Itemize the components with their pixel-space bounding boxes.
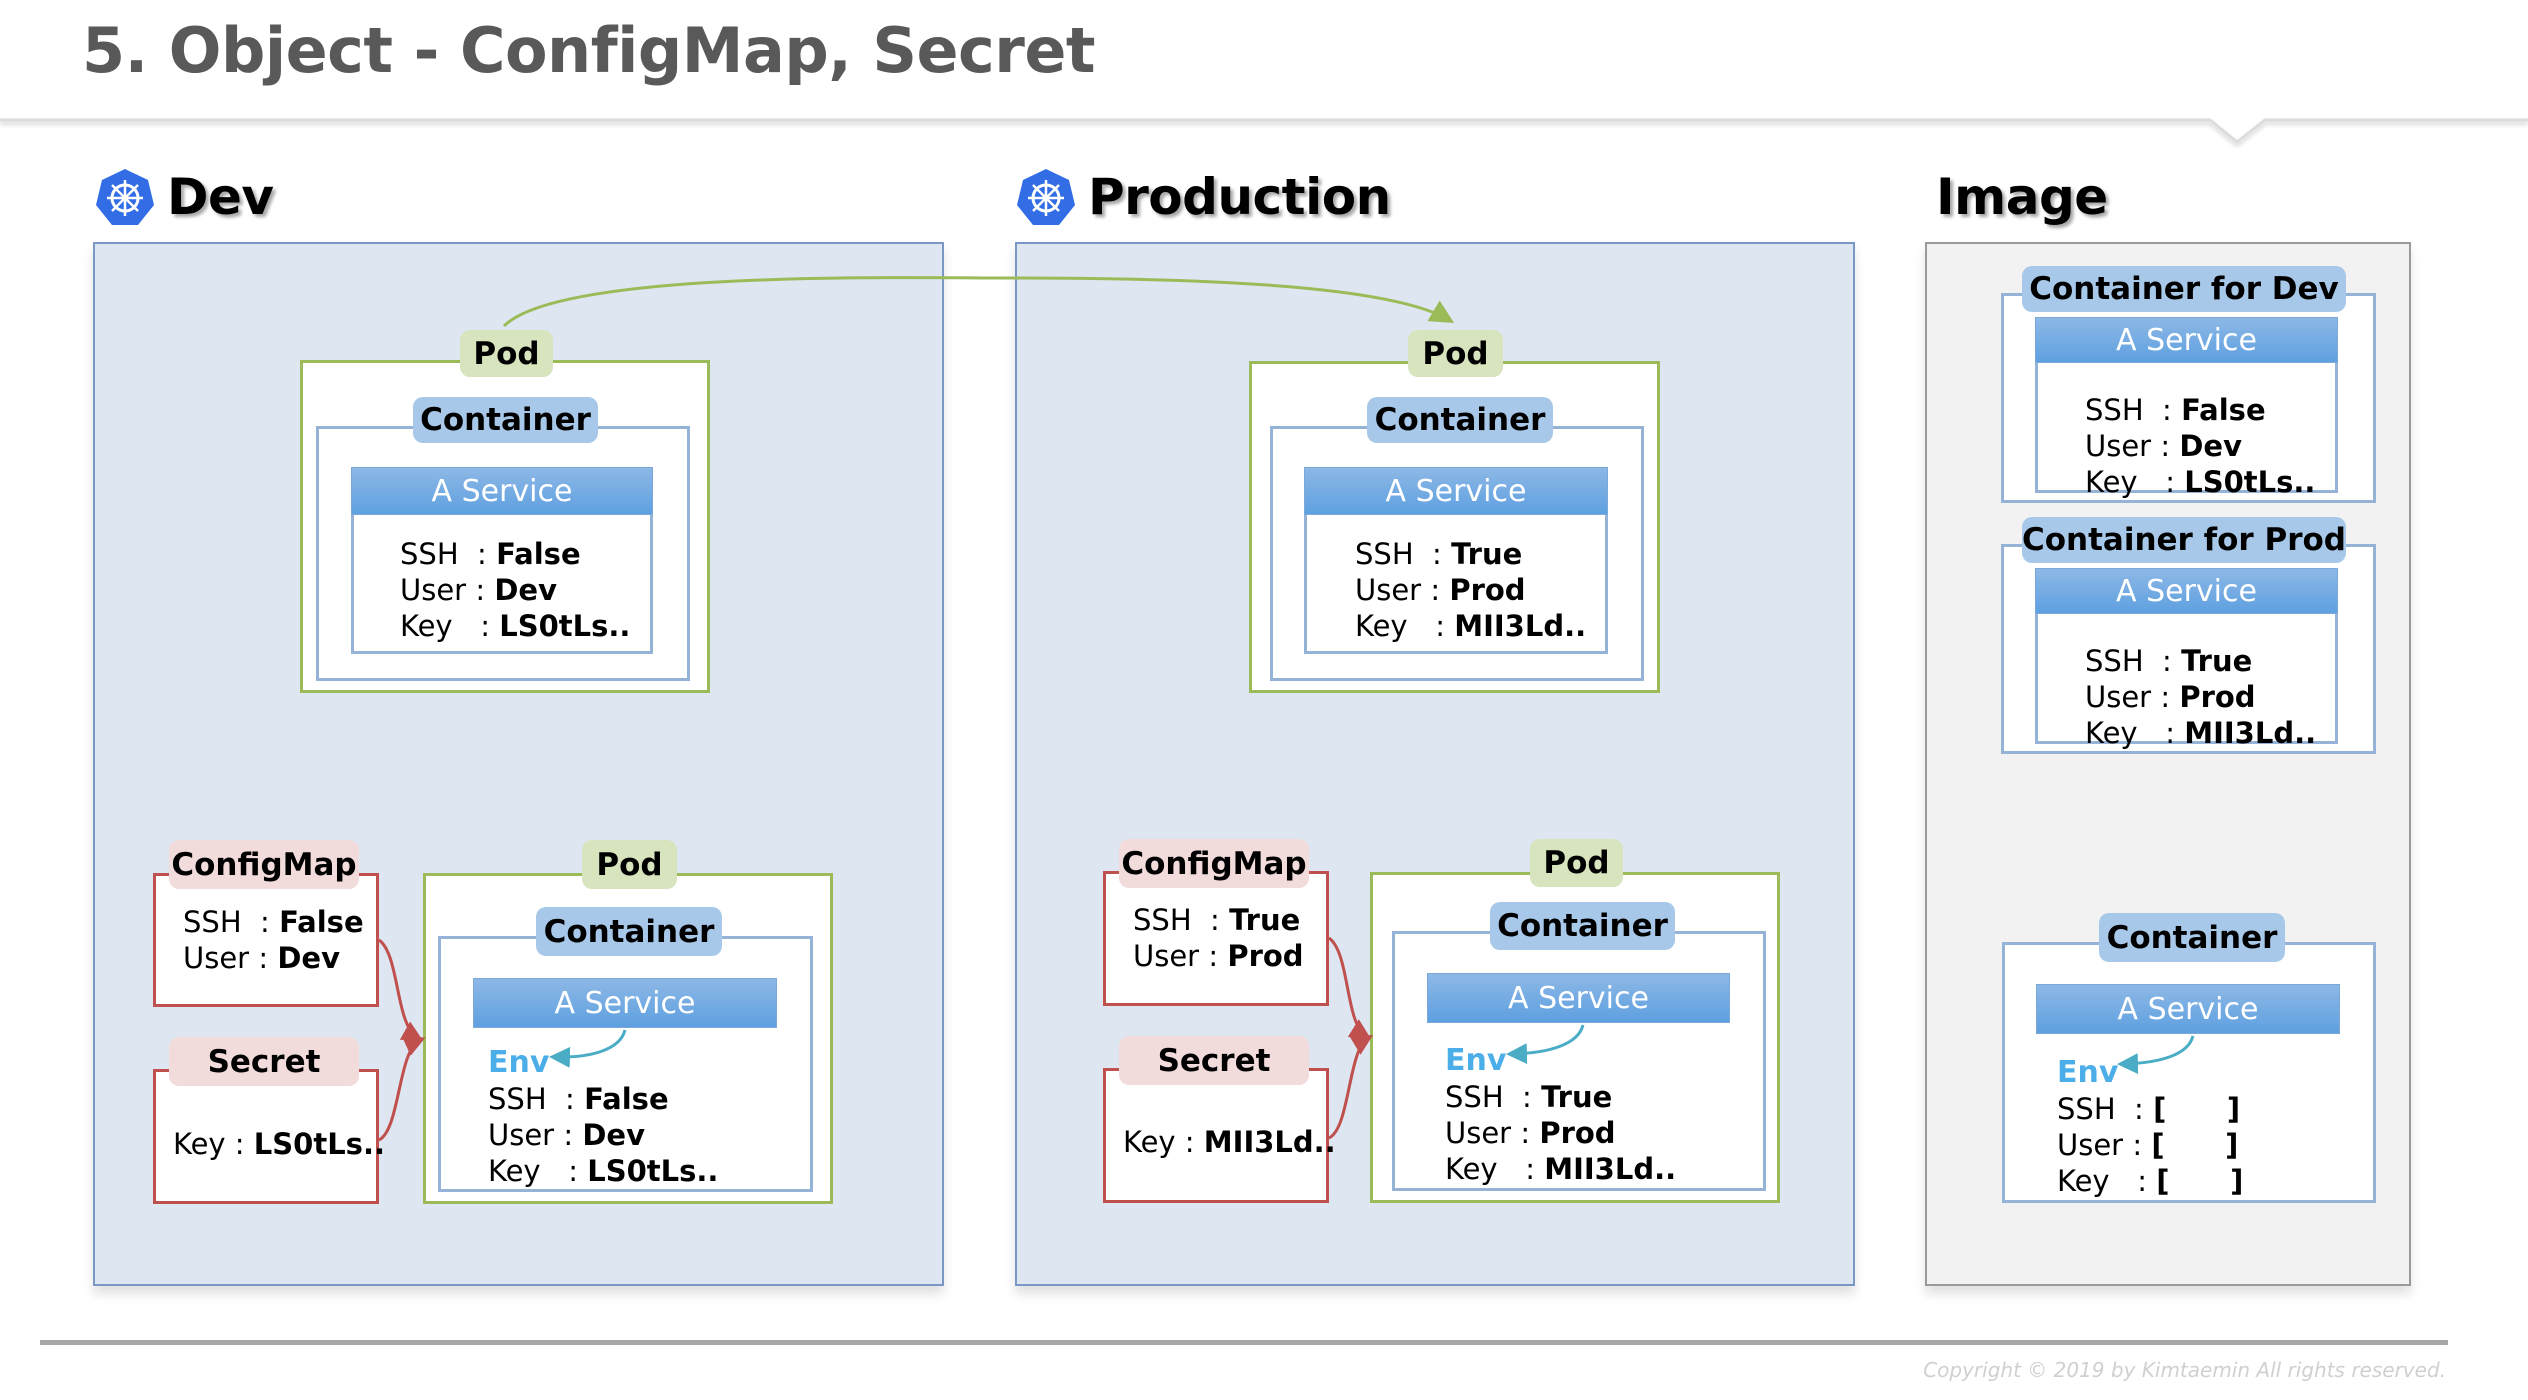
field-user: User : Dev (488, 1118, 645, 1152)
image-dev-fields: SSH : False User : Dev Key : LS0tLs.. (2085, 392, 2315, 500)
page-title: 5. Object - ConfigMap, Secret (82, 14, 1096, 87)
header-divider (0, 118, 2528, 144)
field-key: Key : LS0tLs.. (400, 609, 631, 643)
production-heading: Production (1016, 168, 1391, 226)
dev-secret-fields: Key : LS0tLs.. (173, 1126, 385, 1162)
production-env-label: Env (1445, 1043, 1507, 1078)
field-user: User : Dev (2085, 429, 2242, 463)
field-ssh: SSH : False (400, 537, 581, 571)
production-top-pod-label: Pod (1408, 330, 1503, 377)
copyright-text: Copyright © 2019 by Kimtaemin All rights… (1923, 1358, 2446, 1382)
field-user: User : Dev (400, 573, 557, 607)
field-key: Key : MII3Ld.. (2085, 716, 2317, 750)
field-ssh: SSH : False (183, 905, 364, 939)
production-top-service-header: A Service (1304, 467, 1608, 515)
dev-heading: Dev (95, 168, 274, 226)
dev-heading-text: Dev (167, 168, 274, 226)
dev-configmap-label: ConfigMap (169, 840, 359, 889)
field-key: Key : [ ] (2057, 1164, 2244, 1198)
image-prod-fields: SSH : True User : Prod Key : MII3Ld.. (2085, 643, 2316, 751)
dev-top-container-label: Container (413, 397, 598, 443)
dev-top-fields: SSH : False User : Dev Key : LS0tLs.. (400, 536, 630, 644)
dev-bottom-container-label: Container (536, 907, 722, 956)
field-key: Key : MII3Ld.. (1355, 609, 1587, 643)
image-generic-service-header: A Service (2036, 984, 2340, 1034)
image-prod-service-header: A Service (2035, 568, 2338, 614)
field-key: Key : LS0tLs.. (173, 1127, 385, 1161)
kubernetes-icon (1017, 169, 1075, 225)
field-user: User : Prod (1133, 939, 1304, 973)
field-user: User : [ ] (2057, 1128, 2239, 1162)
image-heading-text: Image (1936, 168, 2108, 226)
production-bottom-fields: SSH : True User : Prod Key : MII3Ld.. (1445, 1079, 1676, 1187)
field-user: User : Prod (1355, 573, 1526, 607)
field-ssh: SSH : True (1355, 537, 1523, 571)
image-container-dev-label: Container for Dev (2022, 266, 2346, 312)
dev-env-label: Env (488, 1045, 550, 1080)
dev-secret-label: Secret (169, 1037, 359, 1086)
field-key: Key : LS0tLs.. (2085, 465, 2316, 499)
dev-configmap-fields: SSH : False User : Dev (183, 904, 364, 976)
image-container-prod-label: Container for Prod (2022, 517, 2346, 563)
field-ssh: SSH : False (488, 1082, 669, 1116)
production-top-fields: SSH : True User : Prod Key : MII3Ld.. (1355, 536, 1586, 644)
dev-top-pod-label: Pod (460, 330, 553, 377)
dev-bottom-service-header: A Service (473, 978, 777, 1028)
field-key: Key : LS0tLs.. (488, 1154, 719, 1188)
field-ssh: SSH : True (2085, 644, 2253, 678)
dev-bottom-fields: SSH : False User : Dev Key : LS0tLs.. (488, 1081, 718, 1189)
production-configmap-label: ConfigMap (1119, 839, 1309, 888)
production-bottom-pod-label: Pod (1530, 839, 1623, 887)
production-top-container-label: Container (1367, 397, 1553, 443)
field-ssh: SSH : [ ] (2057, 1092, 2241, 1126)
image-dev-service-header: A Service (2035, 317, 2338, 363)
field-user: User : Dev (183, 941, 340, 975)
production-bottom-container-label: Container (1490, 902, 1675, 950)
image-heading: Image (1936, 168, 2108, 226)
dev-top-service-header: A Service (351, 467, 653, 515)
footer-divider (40, 1340, 2448, 1345)
image-container-generic-label: Container (2099, 913, 2285, 962)
field-ssh: SSH : False (2085, 393, 2266, 427)
field-user: User : Prod (1445, 1116, 1616, 1150)
field-ssh: SSH : True (1445, 1080, 1613, 1114)
dev-bottom-pod-label: Pod (582, 840, 677, 889)
production-bottom-service-header: A Service (1427, 973, 1730, 1023)
kubernetes-icon (96, 169, 154, 225)
field-key: Key : MII3Ld.. (1445, 1152, 1677, 1186)
production-secret-fields: Key : MII3Ld.. (1123, 1124, 1336, 1160)
image-env-label: Env (2057, 1055, 2119, 1090)
production-configmap-fields: SSH : True User : Prod (1133, 902, 1304, 974)
image-generic-fields: SSH : [ ] User : [ ] Key : [ ] (2057, 1091, 2243, 1199)
field-key: Key : MII3Ld.. (1123, 1125, 1336, 1159)
production-secret-label: Secret (1119, 1036, 1309, 1085)
production-heading-text: Production (1088, 168, 1391, 226)
field-ssh: SSH : True (1133, 903, 1301, 937)
field-user: User : Prod (2085, 680, 2256, 714)
